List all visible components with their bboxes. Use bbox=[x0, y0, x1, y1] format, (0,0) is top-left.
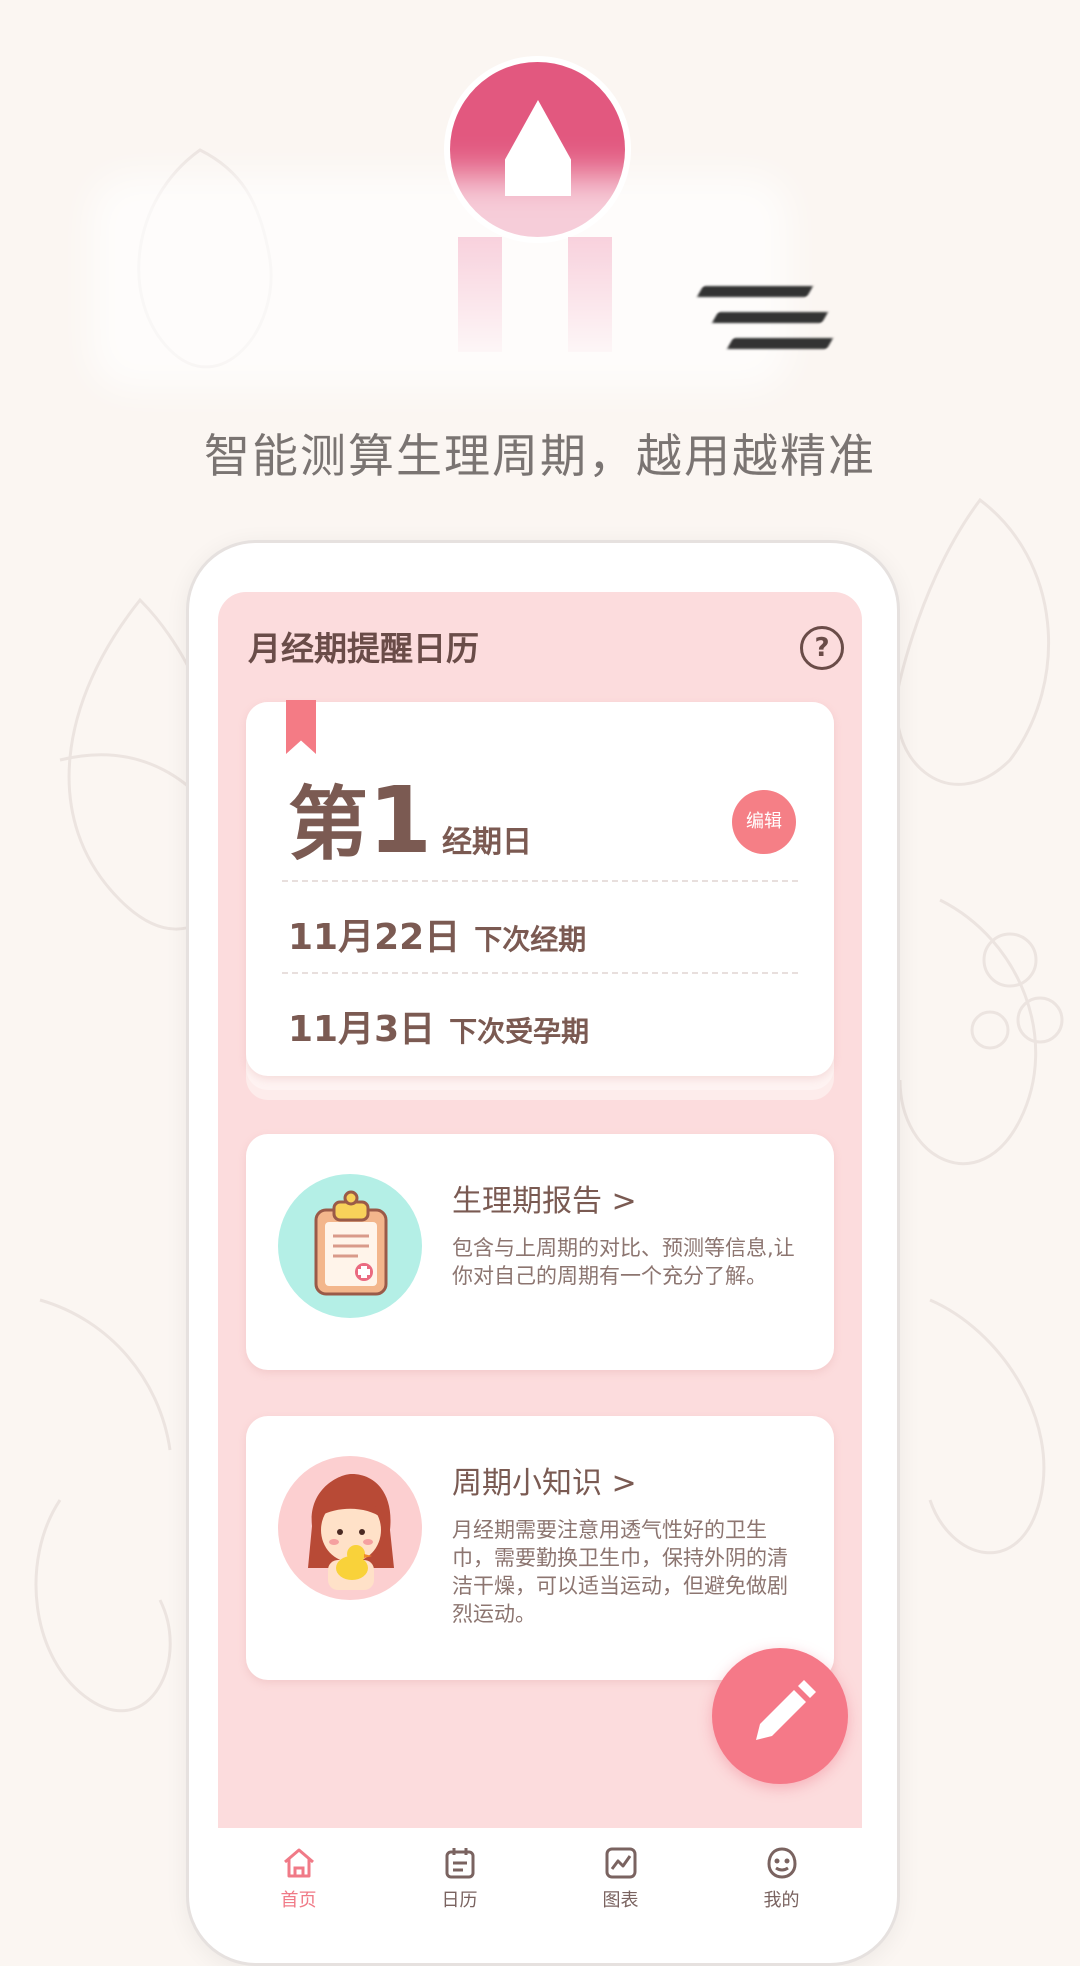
report-title[interactable]: 生理期报告 > bbox=[452, 1176, 637, 1220]
chart-icon bbox=[605, 1847, 636, 1879]
next-fertile-row: 11月3日 下次受孕期 bbox=[288, 1000, 589, 1052]
next-fertile-date: 11月3日 bbox=[288, 1009, 436, 1050]
question-circle-icon[interactable]: ? bbox=[800, 626, 844, 670]
day-unit: 经期日 bbox=[442, 825, 533, 860]
next-period-date: 11月22日 bbox=[288, 917, 461, 958]
blurred-title-area bbox=[90, 175, 790, 390]
edit-button[interactable]: 编辑 bbox=[732, 790, 796, 854]
menu-lines-icon bbox=[690, 278, 840, 358]
report-card[interactable]: 生理期报告 > 包含与上周期的对比、预测等信息,让你对自己的周期有一个充分了解。 bbox=[246, 1134, 834, 1370]
nav-label-chart: 图表 bbox=[602, 1890, 639, 1911]
tips-description: 月经期需要注意用透气性好的卫生巾，需要勤换卫生巾，保持外阴的清洁干燥，可以适当运… bbox=[452, 1518, 788, 1626]
smiley-icon bbox=[766, 1847, 797, 1879]
app-title: 月经期提醒日历 bbox=[248, 629, 479, 668]
bookmark-icon bbox=[286, 700, 316, 754]
next-period-label: 下次经期 bbox=[474, 923, 587, 956]
nav-label-calendar: 日历 bbox=[441, 1890, 478, 1911]
day-number: 1 bbox=[368, 767, 433, 874]
home-icon bbox=[283, 1848, 314, 1878]
nav-item-home[interactable]: 首页 bbox=[218, 1828, 379, 1920]
nav-item-chart[interactable]: 图表 bbox=[540, 1828, 701, 1920]
day-prefix: 第 bbox=[288, 778, 368, 871]
period-day: 第1 经期日 bbox=[288, 760, 532, 876]
next-period-row: 11月22日 下次经期 bbox=[288, 908, 586, 960]
nav-label-me: 我的 bbox=[763, 1890, 800, 1911]
bottom-nav: 首页 日历 图表 我的 bbox=[218, 1828, 862, 1920]
write-button[interactable] bbox=[712, 1648, 848, 1784]
period-card[interactable]: 第1 经期日 编辑 11月22日 下次经期 11月3日 下次受孕期 bbox=[246, 700, 834, 1076]
divider bbox=[282, 880, 798, 882]
divider bbox=[282, 972, 798, 974]
nav-item-me[interactable]: 我的 bbox=[701, 1828, 862, 1920]
girl-with-duck-icon bbox=[278, 1456, 422, 1600]
nav-item-calendar[interactable]: 日历 bbox=[379, 1828, 540, 1920]
tips-card[interactable]: 周期小知识 > 月经期需要注意用透气性好的卫生巾，需要勤换卫生巾，保持外阴的清洁… bbox=[246, 1416, 834, 1680]
nav-label-home: 首页 bbox=[280, 1890, 317, 1911]
clipboard-icon bbox=[278, 1174, 422, 1318]
tips-title[interactable]: 周期小知识 > bbox=[452, 1458, 637, 1502]
calendar-icon bbox=[445, 1848, 474, 1879]
promo-slogan: 智能测算生理周期，越用越精准 bbox=[204, 429, 876, 483]
pencil-icon bbox=[756, 1680, 816, 1740]
report-description: 包含与上周期的对比、预测等信息,让你对自己的周期有一个充分了解。 bbox=[452, 1236, 795, 1288]
next-fertile-label: 下次受孕期 bbox=[449, 1015, 590, 1048]
